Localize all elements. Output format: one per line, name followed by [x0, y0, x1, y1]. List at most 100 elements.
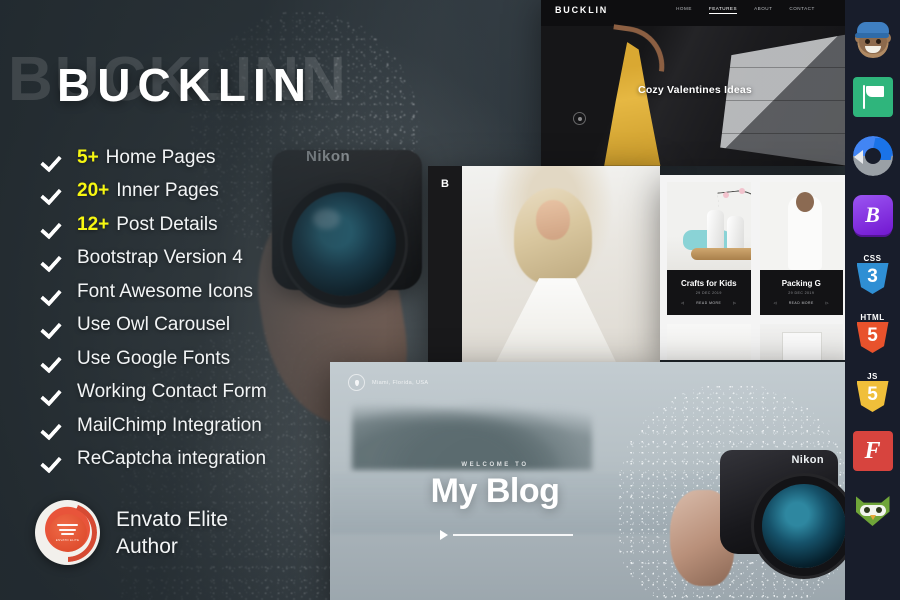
feature-count: 20+: [77, 180, 110, 202]
flag-icon[interactable]: [852, 77, 893, 117]
check-icon: [42, 249, 66, 267]
recaptcha-arrow: [853, 150, 863, 164]
mockup-navbar: BUCKLIN HOME FEATURES ABOUT CONTACT: [541, 0, 849, 26]
blog-camera-lens: [762, 484, 846, 568]
mockup-nav-item[interactable]: CONTACT: [789, 6, 814, 14]
check-icon: [42, 383, 66, 401]
check-icon: [42, 149, 66, 167]
page-title: BUCKLIN: [57, 59, 313, 111]
check-icon: [42, 283, 66, 301]
fontawesome-icon[interactable]: [852, 431, 893, 471]
feature-item: Bootstrap Version 4: [42, 242, 267, 276]
mockup-grid-cards: Crafts for Kids 29 DEC 2019 ◁ READ MORE …: [660, 175, 850, 360]
shield-label: CSS: [863, 254, 882, 263]
mockup-hero: Cozy Valentines Ideas: [541, 24, 849, 166]
tech-sidebar: CSS 3 HTML 5 JS 5: [845, 0, 900, 600]
hero-boxes-prop: [720, 34, 849, 166]
feature-item: Font Awesome Icons: [42, 275, 267, 309]
envato-bar-1: [57, 524, 78, 527]
card-date: 29 DEC 2019: [788, 291, 815, 295]
feature-item: ReCaptcha integration: [42, 443, 267, 477]
envato-label-line1: Envato Elite: [116, 507, 229, 531]
card-image-shoes: [667, 324, 751, 360]
feature-item: Use Owl Carousel: [42, 309, 267, 343]
owl-pupil: [875, 507, 882, 513]
mockup-mid-photo: [462, 166, 660, 362]
feature-item: Use Google Fonts: [42, 342, 267, 376]
read-more-label[interactable]: READ MORE: [789, 301, 814, 305]
next-arrow-icon[interactable]: ▷: [733, 301, 736, 305]
grid-card[interactable]: [759, 324, 843, 360]
next-arrow-icon[interactable]: ▷: [826, 301, 829, 305]
check-icon: [42, 182, 66, 200]
shield-label: JS: [867, 372, 878, 381]
owl-pupil: [863, 507, 870, 513]
feature-count: 12+: [77, 213, 110, 235]
owl-carousel-icon[interactable]: [853, 490, 893, 530]
envato-core: ENVATO ELITE: [48, 513, 87, 552]
grid-card[interactable]: Packing G 29 DEC 2019 ◁ READ MORE ▷: [759, 182, 843, 315]
mockup-nav-item[interactable]: HOME: [676, 6, 692, 14]
vase-prop: [707, 210, 724, 250]
read-more-label[interactable]: READ MORE: [696, 301, 721, 305]
play-icon[interactable]: [440, 530, 448, 540]
location-pin-dot: [354, 379, 359, 386]
bootstrap-icon[interactable]: [852, 195, 893, 235]
fog-trees: [352, 390, 592, 470]
shield-number: 5: [867, 384, 878, 405]
blog-title: My Blog: [430, 472, 560, 510]
blossom: [739, 188, 745, 194]
shield-number: 5: [867, 325, 878, 346]
monkey-eye: [864, 39, 870, 44]
js-icon[interactable]: JS 5: [853, 372, 893, 412]
prev-arrow-icon[interactable]: ◁: [681, 301, 684, 305]
card-read-more[interactable]: ◁ READ MORE ▷: [766, 301, 838, 305]
monkey-cap: [854, 22, 889, 38]
mockup-nav-menu: HOME FEATURES ABOUT CONTACT: [676, 6, 815, 14]
card-caption: Crafts for Kids 29 DEC 2019 ◁ READ MORE …: [667, 270, 751, 315]
mailchimp-icon[interactable]: [852, 18, 893, 58]
hero-model-arms: [608, 24, 670, 72]
location-pin: Miami, Florida, USA: [348, 374, 429, 391]
check-icon: [42, 350, 66, 368]
check-icon: [42, 417, 66, 435]
feature-label: Use Owl Carousel: [77, 314, 231, 336]
grid-card-container: Crafts for Kids 29 DEC 2019 ◁ READ MORE …: [660, 175, 850, 360]
card-date: 29 DEC 2019: [695, 291, 722, 295]
html5-icon[interactable]: HTML 5: [853, 313, 893, 353]
promo-banner: Nikon BUCKLINN BUCKLIN 5+Home Pages20+In…: [0, 0, 900, 600]
location-pin-icon: [348, 374, 365, 391]
progress-line[interactable]: [453, 534, 573, 536]
envato-label: Envato Elite Author: [116, 506, 228, 560]
card-title: Packing G: [781, 279, 821, 288]
feature-item: Working Contact Form: [42, 376, 267, 410]
blog-camera-brand-label: Nikon: [791, 454, 824, 466]
card-image-vases: [667, 182, 751, 270]
grid-card[interactable]: [667, 324, 751, 360]
feature-label: Inner Pages: [116, 180, 219, 202]
css3-icon[interactable]: CSS 3: [853, 254, 893, 294]
feature-label: Post Details: [116, 213, 218, 235]
envato-label-line2: Author: [116, 534, 178, 558]
feature-label: Use Google Fonts: [77, 347, 231, 369]
check-icon: [42, 450, 66, 468]
blog-play-control[interactable]: [440, 530, 573, 540]
blossom: [723, 192, 729, 198]
mockup-nav-item[interactable]: FEATURES: [708, 6, 738, 14]
model-face: [536, 200, 570, 240]
mockup-logo: BUCKLIN: [555, 5, 609, 15]
card-title: Crafts for Kids: [680, 279, 737, 288]
prev-arrow-icon[interactable]: ◁: [774, 301, 777, 305]
recaptcha-icon[interactable]: [852, 136, 893, 176]
window-prop: [781, 332, 822, 360]
mockup-blog-page: Nikon Miami, Florida, USA WELCOME TO My …: [330, 362, 862, 600]
card-read-more[interactable]: ◁ READ MORE ▷: [673, 301, 745, 305]
feature-item: MailChimp Integration: [42, 409, 267, 443]
mockup-nav-item[interactable]: ABOUT: [754, 6, 772, 14]
check-icon: [42, 316, 66, 334]
feature-count: 5+: [77, 146, 99, 168]
feature-label: ReCaptcha integration: [77, 448, 267, 470]
envato-badge-microtext: ENVATO ELITE: [55, 538, 80, 543]
hero-eye-icon: [573, 112, 586, 125]
grid-card[interactable]: Crafts for Kids 29 DEC 2019 ◁ READ MORE …: [667, 182, 751, 315]
